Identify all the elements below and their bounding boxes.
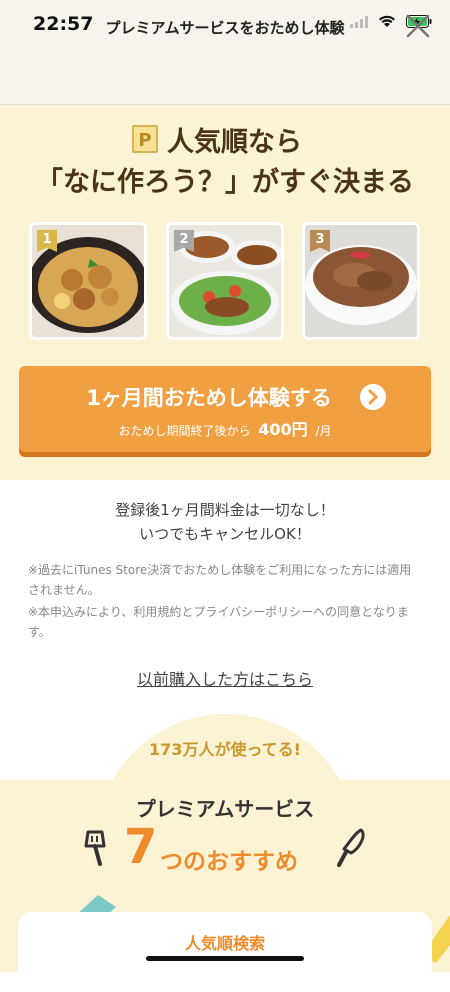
close-icon[interactable] <box>404 12 432 40</box>
users-count: 173万人が使ってる! <box>149 740 301 759</box>
agreement-and: と <box>181 605 194 619</box>
header-title: プレミアムサービスをおためし体験 <box>105 19 345 37</box>
free-line-1: 登録後1ヶ月間料金は一切なし！ <box>115 501 335 519</box>
recommend-text: つのおすすめ <box>160 849 298 875</box>
modal-header <box>0 52 450 105</box>
trial-price-prefix: おためし期間終了後から <box>118 424 251 438</box>
trial-cta-label: 1ヶ月間おためし体験する <box>86 386 332 410</box>
terms-link[interactable]: 利用規約 <box>133 605 181 619</box>
spatula-icon <box>84 830 106 866</box>
trial-price-per: /月 <box>315 424 332 438</box>
trial-cta-button[interactable]: 1ヶ月間おためし体験する おためし期間終了後から 400円 /月 <box>19 366 431 452</box>
premium-service-title: プレミアムサービス <box>135 797 315 821</box>
agreement-note: ※本申込みにより、利用規約とプライバシーポリシーへの同意となります。 <box>28 602 423 642</box>
hero-headline-1: 人気順なら <box>167 127 302 158</box>
home-indicator <box>146 956 304 961</box>
free-line-2: いつでもキャンセルOK！ <box>139 525 311 543</box>
ranked-photo-2: 2 <box>166 222 284 340</box>
ranked-photo-3: 3 <box>302 222 420 340</box>
trial-price: 400円 <box>258 420 308 439</box>
ranked-photo-1: 1 <box>29 222 147 340</box>
free-trial-info: 登録後1ヶ月間料金は一切なし！ いつでもキャンセルOK！ <box>0 498 450 546</box>
trial-price-note: おためし期間終了後から 400円 /月 <box>19 416 431 440</box>
previous-purchase-link[interactable]: 以前購入した方はこちら <box>0 666 450 690</box>
premium-badge-icon: P <box>132 125 158 153</box>
seven-number: 7 <box>124 819 158 875</box>
privacy-link[interactable]: プライバシーポリシー <box>193 605 313 619</box>
knife-icon <box>337 828 365 867</box>
hero-headline-2: 「なに作ろう？」がすぐ決まる <box>36 167 414 198</box>
itunes-note: ※過去にiTunes Store決済でおためし体験をご利用になった方には適用され… <box>28 563 412 597</box>
feature-card-title: 人気順検索 <box>184 934 265 953</box>
chevron-right-icon <box>360 384 386 410</box>
agreement-prefix: ※本申込みにより、 <box>28 605 134 619</box>
